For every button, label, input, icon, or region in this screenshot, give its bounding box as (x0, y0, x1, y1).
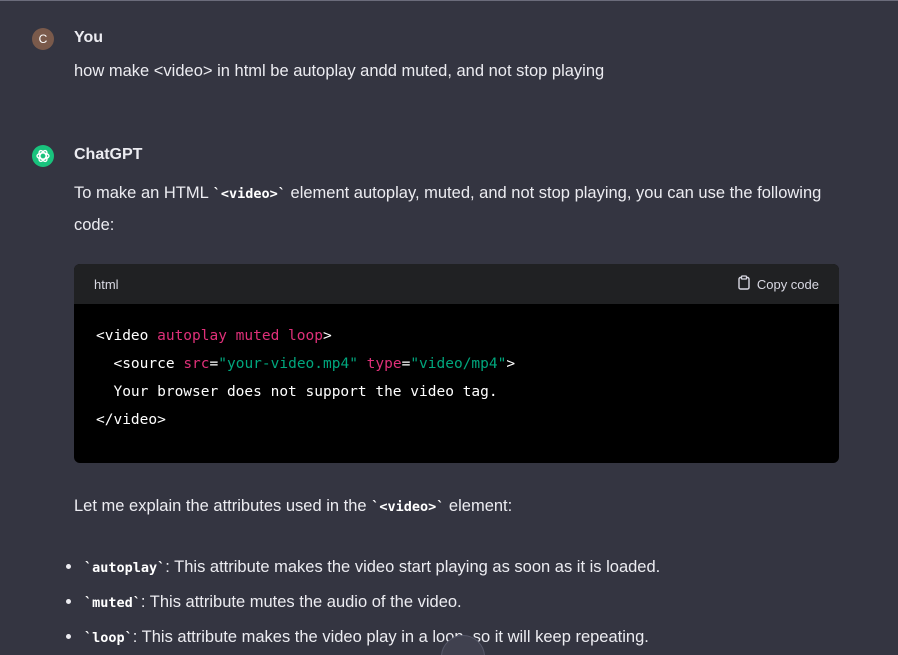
user-avatar: C (32, 28, 54, 50)
user-author-name: You (74, 29, 104, 46)
code-block: html Copy code <video autoplay muted loo… (74, 264, 839, 463)
copy-code-button[interactable]: Copy code (737, 275, 819, 293)
bullet-code: `loop` (84, 630, 133, 646)
bullet-code: `autoplay` (84, 560, 166, 576)
user-message: how make <video> in html be autoplay and… (74, 62, 605, 80)
list-item: `muted`: This attribute mutes the audio … (62, 592, 660, 627)
user-avatar-letter: C (38, 32, 48, 46)
code-line: </video> (96, 412, 166, 428)
code-line: <video autoplay muted loop> (96, 328, 332, 344)
openai-logo-icon (32, 145, 54, 167)
code-line: Your browser does not support the video … (96, 384, 498, 400)
bullet-code: `muted` (84, 595, 141, 611)
bullet-text: : This attribute makes the video play in… (132, 628, 649, 646)
intro-text-before: To make an HTML (74, 184, 213, 202)
code-language-label: html (94, 276, 119, 292)
list-item: `autoplay`: This attribute makes the vid… (62, 557, 660, 592)
code-line: <source src="your-video.mp4" type="video… (96, 356, 516, 372)
assistant-author-name: ChatGPT (74, 146, 143, 163)
clipboard-icon (737, 275, 751, 293)
assistant-intro: To make an HTML `<video>` element autopl… (74, 178, 844, 241)
intro-inline-code: `<video>` (212, 186, 286, 202)
attribute-list: `autoplay`: This attribute makes the vid… (62, 557, 660, 655)
bullet-text: : This attribute mutes the audio of the … (140, 593, 462, 611)
copy-code-label: Copy code (756, 276, 819, 292)
explain-text-after: element: (444, 497, 513, 515)
bullet-text: : This attribute makes the video start p… (165, 558, 661, 576)
code-body: <video autoplay muted loop> <source src=… (74, 304, 839, 452)
code-block-header: html Copy code (74, 264, 839, 304)
list-item: `loop`: This attribute makes the video p… (62, 627, 660, 655)
chat-panel: C You how make <video> in html be autopl… (0, 0, 898, 655)
explain-inline-code: `<video>` (371, 499, 445, 515)
explain-text-before: Let me explain the attributes used in th… (74, 497, 372, 515)
assistant-explanation: Let me explain the attributes used in th… (74, 497, 512, 516)
